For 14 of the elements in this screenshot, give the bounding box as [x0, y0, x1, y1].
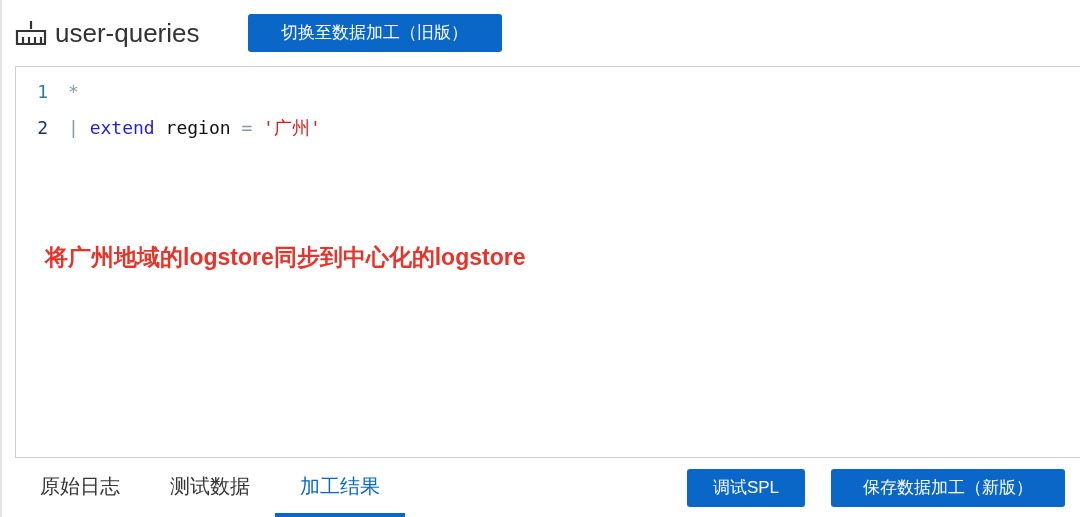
code-line: *: [68, 79, 79, 104]
line-number: 2: [36, 115, 49, 140]
tab[interactable]: 原始日志: [15, 458, 145, 517]
tab[interactable]: 加工结果: [275, 458, 405, 517]
annotation-text: 将广州地域的logstore同步到中心化的logstore: [45, 243, 526, 272]
code-editor[interactable]: 1 * 2 | extend region = '广州' 将广州地域的logstore同步到中心化的logstore: [15, 66, 1080, 458]
save-button[interactable]: 保存数据加工（新版）: [831, 468, 1065, 507]
server-icon: [15, 19, 47, 47]
switch-version-button[interactable]: 切换至数据加工（旧版）: [247, 14, 502, 52]
tab[interactable]: 测试数据: [145, 458, 275, 517]
code-line: | extend region = '广州': [68, 115, 321, 140]
debug-button[interactable]: 调试SPL: [687, 468, 805, 507]
line-number: 1: [36, 79, 49, 104]
page-title: user-queries: [55, 16, 200, 50]
